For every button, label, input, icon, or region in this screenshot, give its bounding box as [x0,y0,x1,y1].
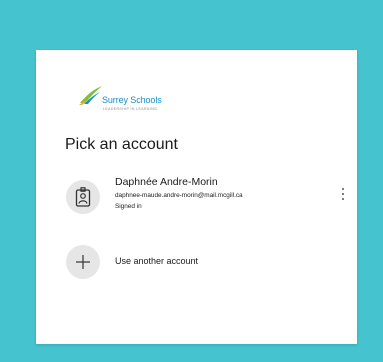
logo-name: Surrey Schools [102,95,162,105]
use-another-account-label: Use another account [115,256,199,266]
account-picker-dialog: Surrey Schools LEADERSHIP IN LEARNING Pi… [36,50,357,344]
use-another-account-button[interactable]: Use another account [54,240,350,284]
page-title: Pick an account [65,136,178,153]
badge-icon [75,187,91,207]
more-options-icon[interactable] [339,188,347,208]
surrey-schools-logo: Surrey Schools LEADERSHIP IN LEARNING [78,84,198,120]
account-tile[interactable]: Daphnée Andre-Morin daphnee-maude.andre-… [54,170,350,224]
account-name: Daphnée Andre-Morin [115,176,218,188]
account-status: Signed in [115,203,142,210]
avatar [66,180,100,214]
account-email: daphnee-maude.andre-morin@mail.mcgill.ca [115,192,243,199]
logo-tagline: LEADERSHIP IN LEARNING [103,107,158,111]
add-account-circle [66,245,100,279]
logo-swoosh-icon [79,86,102,105]
plus-icon [76,255,90,269]
